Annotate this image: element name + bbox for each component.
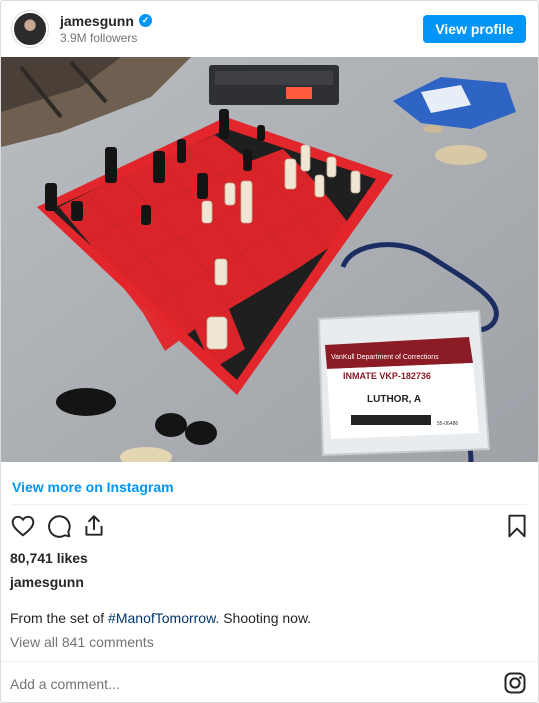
caption-suffix: . Shooting now. bbox=[215, 610, 312, 626]
follower-count: 3.9M followers bbox=[60, 31, 138, 45]
comment-input[interactable] bbox=[10, 673, 450, 695]
like-count[interactable]: 80,741 likes bbox=[10, 550, 88, 566]
comment-icon[interactable] bbox=[46, 513, 72, 539]
share-icon[interactable] bbox=[81, 513, 107, 539]
view-more-link[interactable]: View more on Instagram bbox=[12, 479, 174, 495]
post-author[interactable]: jamesgunn bbox=[10, 574, 84, 590]
badge-code-text: 55-06486 bbox=[437, 421, 458, 427]
post-caption: From the set of #ManofTomorrow. Shooting… bbox=[10, 610, 311, 626]
avatar[interactable] bbox=[12, 11, 48, 47]
heart-icon[interactable] bbox=[10, 513, 36, 539]
instagram-embed-card: jamesgunn ✓ 3.9M followers View profile bbox=[0, 0, 539, 703]
action-bar bbox=[1, 513, 538, 543]
view-all-comments-link[interactable]: View all 841 comments bbox=[10, 634, 154, 650]
post-header: jamesgunn ✓ 3.9M followers View profile bbox=[1, 1, 538, 57]
verified-badge-icon: ✓ bbox=[139, 14, 152, 27]
divider bbox=[1, 661, 538, 662]
bookmark-icon[interactable] bbox=[504, 513, 530, 539]
divider bbox=[12, 504, 527, 505]
instagram-logo-icon[interactable] bbox=[503, 671, 527, 695]
username[interactable]: jamesgunn bbox=[60, 13, 134, 29]
inmate-badge-graphic: VanKull Department of Corrections INMATE… bbox=[317, 309, 491, 457]
badge-inmate-text: INMATE VKP-182736 bbox=[343, 371, 431, 381]
badge-name-text: LUTHOR, A bbox=[367, 394, 421, 405]
view-profile-button[interactable]: View profile bbox=[423, 15, 526, 43]
post-photo[interactable]: VanKull Department of Corrections INMATE… bbox=[1, 57, 538, 462]
hashtag-link[interactable]: #ManofTomorrow bbox=[108, 610, 215, 626]
caption-prefix: From the set of bbox=[10, 610, 109, 626]
badge-department-text: VanKull Department of Corrections bbox=[331, 354, 439, 361]
